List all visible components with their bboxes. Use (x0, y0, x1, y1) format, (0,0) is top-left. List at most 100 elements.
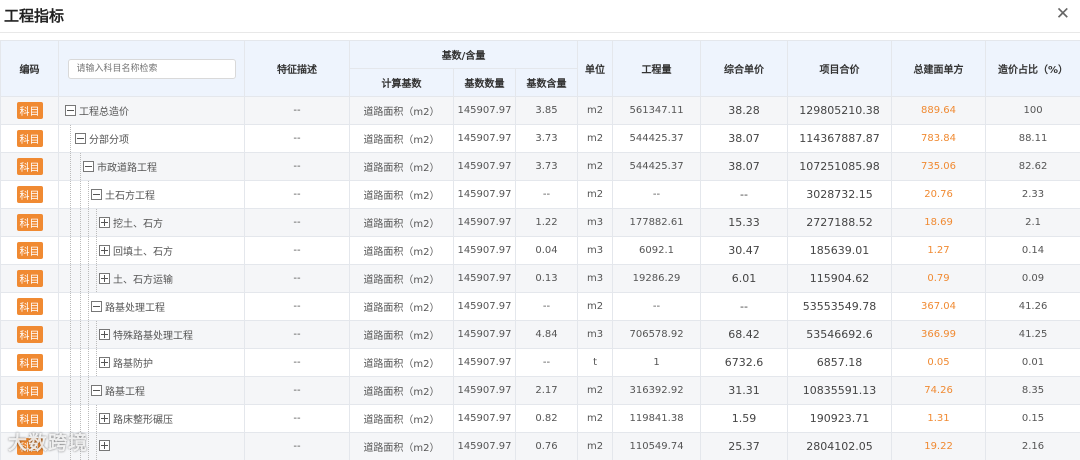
expand-icon[interactable] (99, 439, 110, 451)
tree-guide-line (70, 293, 71, 320)
table-row[interactable]: 科目 特殊路基处理工程 -- 道路面积（m2） 145907.97 4.84 m3 70657… (0, 320, 1080, 349)
per-area-cell: 889.64 (891, 96, 987, 125)
table-row[interactable]: 科目 路基处理工程 -- 道路面积（m2） 145907.97 -- m2 -- -- 53553… (0, 292, 1080, 321)
name-cell: 回填土、石方 (58, 236, 245, 265)
watermark: 大数跨境 (8, 432, 89, 454)
table-row[interactable]: 科目 路基防护 -- 道路面积（m2） 145907.97 -- t 1 6732.6 6857.… (0, 348, 1080, 377)
unit-price-cell: -- (700, 180, 789, 209)
subject-badge: 科目 (16, 102, 43, 119)
basis-content-cell: 3.73 (514, 152, 579, 181)
feature-cell: -- (244, 180, 350, 209)
per-area-cell: 0.79 (891, 264, 987, 293)
calc-basis-cell: 道路面积（m2） (349, 236, 454, 265)
calc-basis-cell: 道路面积（m2） (349, 376, 454, 405)
subject-badge: 科目 (16, 298, 43, 315)
col-quantity: 工程量 (612, 40, 702, 97)
per-area-cell: 1.27 (891, 236, 987, 265)
total-cell: 2727188.52 (787, 208, 893, 237)
close-icon[interactable]: ✕ (1056, 4, 1070, 24)
code-cell: 科目 (0, 124, 59, 153)
tree-node: 回填土、石方 (99, 243, 173, 258)
table-row[interactable]: 科目 市政道路工程 -- 道路面积（m2） 145907.97 3.73 m2 544425.… (0, 152, 1080, 181)
subject-badge: 科目 (16, 130, 43, 147)
total-cell: 107251085.98 (787, 152, 893, 181)
tree-guide-line (88, 237, 89, 264)
table-row[interactable]: 科目 路基工程 -- 道路面积（m2） 145907.97 2.17 m2 316392.92… (0, 376, 1080, 405)
tree-node: 土石方工程 (91, 187, 155, 202)
expand-icon[interactable] (99, 244, 110, 256)
table-row[interactable]: 科目 土、石方运输 -- 道路面积（m2） 145907.97 0.13 m3 19286.2… (0, 264, 1080, 293)
subject-badge: 科目 (16, 270, 43, 287)
code-cell: 科目 (0, 96, 59, 125)
subject-name: 路基防护 (113, 358, 153, 370)
collapse-icon[interactable] (91, 300, 102, 312)
tree-guide-line (70, 153, 71, 180)
tree-guide-line (70, 209, 71, 236)
table-row[interactable]: 科目 挖土、石方 -- 道路面积（m2） 145907.97 1.22 m3 177882.6… (0, 208, 1080, 237)
collapse-icon[interactable] (65, 104, 76, 116)
name-cell: 分部分项 (58, 124, 245, 153)
subject-name: 分部分项 (89, 134, 129, 146)
unit-cell: m2 (577, 292, 614, 321)
basis-content-cell: 3.85 (514, 96, 579, 125)
table-row[interactable]: 科目 土石方工程 -- 道路面积（m2） 145907.97 -- m2 -- -- 302873… (0, 180, 1080, 209)
col-calc-basis: 计算基数 (349, 68, 454, 97)
col-basis-qty: 基数数量 (453, 68, 516, 97)
subject-name: 路基处理工程 (105, 302, 165, 314)
table-body: 科目 工程总造价 -- 道路面积（m2） 145907.97 3.85 m2 561347.1… (0, 96, 1080, 460)
table-row[interactable]: 科目 分部分项 -- 道路面积（m2） 145907.97 3.73 m2 544425.37… (0, 124, 1080, 153)
expand-icon[interactable] (99, 356, 110, 368)
code-cell: 科目 (0, 236, 59, 265)
collapse-icon[interactable] (91, 384, 102, 396)
name-cell: 挖土、石方 (58, 208, 245, 237)
search-input[interactable] (67, 58, 236, 79)
total-cell: 6857.18 (787, 348, 893, 377)
basis-qty-cell: 145907.97 (453, 124, 516, 153)
basis-content-cell: 0.76 (514, 432, 579, 460)
calc-basis-cell: 道路面积（m2） (349, 124, 454, 153)
tree-guide-line (70, 125, 71, 152)
calc-basis-cell: 道路面积（m2） (349, 432, 454, 460)
table-row[interactable]: 科目 -- 道路面积（m2） 145907.97 0.76 m2 110549.74 25.3… (0, 432, 1080, 460)
tree-guide-line (70, 181, 71, 208)
basis-qty-cell: 145907.97 (453, 376, 516, 405)
feature-cell: -- (244, 348, 350, 377)
basis-content-cell: 1.22 (514, 208, 579, 237)
col-unit: 单位 (577, 40, 614, 97)
collapse-icon[interactable] (83, 160, 94, 172)
basis-content-cell: 4.84 (514, 320, 579, 349)
feature-cell: -- (244, 236, 350, 265)
tree-guide-line (88, 321, 89, 348)
expand-icon[interactable] (99, 216, 110, 228)
expand-icon[interactable] (99, 272, 110, 284)
feature-cell: -- (244, 320, 350, 349)
collapse-icon[interactable] (75, 132, 86, 144)
tree-node: 特殊路基处理工程 (99, 327, 193, 342)
feature-cell: -- (244, 124, 350, 153)
tree-guide-line (80, 209, 81, 236)
subject-name: 回填土、石方 (113, 246, 173, 258)
tree-guide-line (88, 405, 89, 432)
feature-cell: -- (244, 152, 350, 181)
unit-cell: m3 (577, 320, 614, 349)
expand-icon[interactable] (99, 412, 110, 424)
subject-name: 路床整形碾压 (113, 414, 173, 426)
table-row[interactable]: 科目 工程总造价 -- 道路面积（m2） 145907.97 3.85 m2 561347.1… (0, 96, 1080, 125)
unit-cell: t (577, 348, 614, 377)
tree-node: 市政道路工程 (83, 159, 157, 174)
basis-qty-cell: 145907.97 (453, 264, 516, 293)
collapse-icon[interactable] (91, 188, 102, 200)
total-cell: 115904.62 (787, 264, 893, 293)
unit-cell: m2 (577, 432, 614, 460)
total-cell: 129805210.38 (787, 96, 893, 125)
calc-basis-cell: 道路面积（m2） (349, 208, 454, 237)
expand-icon[interactable] (99, 328, 110, 340)
table-row[interactable]: 科目 路床整形碾压 -- 道路面积（m2） 145907.97 0.82 m2 119841.… (0, 404, 1080, 433)
unit-cell: m3 (577, 236, 614, 265)
name-cell: 土、石方运输 (58, 264, 245, 293)
calc-basis-cell: 道路面积（m2） (349, 152, 454, 181)
subject-badge: 科目 (16, 158, 43, 175)
ratio-cell: 0.14 (985, 236, 1080, 265)
table-row[interactable]: 科目 回填土、石方 -- 道路面积（m2） 145907.97 0.04 m3 6092.1 3… (0, 236, 1080, 265)
tree-node: 工程总造价 (65, 103, 129, 118)
